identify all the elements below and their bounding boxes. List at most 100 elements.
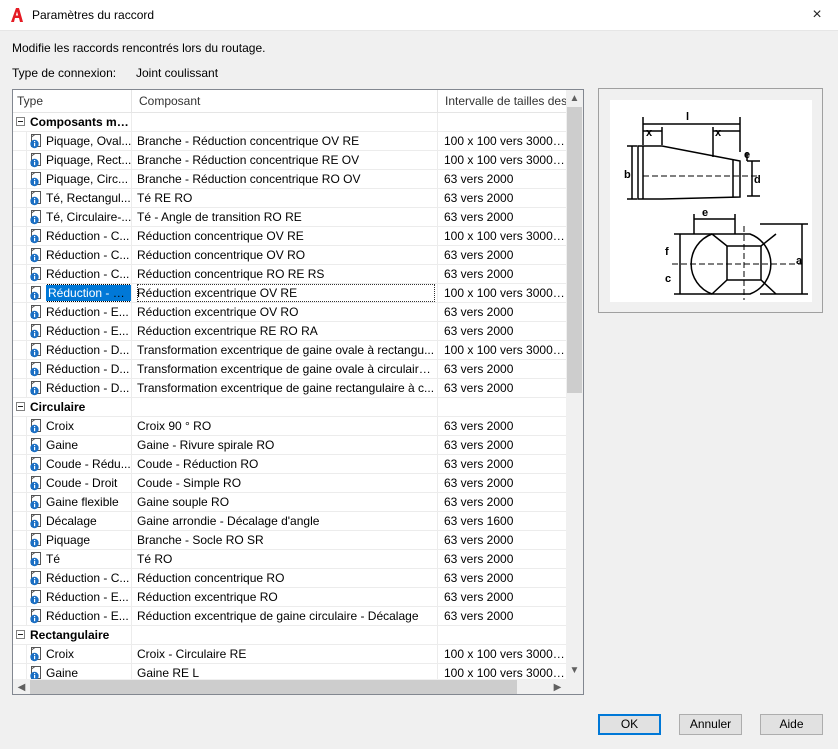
cell-size-range: 100 x 100 vers 3000 x 30	[444, 153, 566, 167]
scroll-left-arrow-icon[interactable]: ◀	[13, 679, 30, 694]
table-row[interactable]: Réduction - D... Transformation excentriq…	[13, 360, 566, 379]
group-row[interactable]: Composants mu...	[13, 113, 566, 132]
cancel-button[interactable]: Annuler	[679, 714, 742, 735]
ok-button[interactable]: OK	[598, 714, 661, 735]
cell-component[interactable]: Té RO	[137, 550, 435, 568]
table-row[interactable]: Té, Circulaire-... Té - Angle de transiti…	[13, 208, 566, 227]
collapse-toggle-icon[interactable]	[16, 402, 25, 411]
cell-component[interactable]: Gaine souple RO	[137, 493, 435, 511]
table-row[interactable]: Coude - Droit Coude - Simple RO 63 vers 20…	[13, 474, 566, 493]
fitting-info-icon	[29, 456, 44, 472]
fitting-info-icon	[29, 418, 44, 434]
table-row[interactable]: Piquage, Rect... Branche - Réduction conc…	[13, 151, 566, 170]
table-row[interactable]: Réduction - E... Réduction excentrique de…	[13, 607, 566, 626]
table-row[interactable]: Réduction - C... Réduction concentrique R…	[13, 569, 566, 588]
column-header-size-range[interactable]: Intervalle de tailles des	[438, 90, 566, 113]
collapse-toggle-icon[interactable]	[16, 117, 25, 126]
cell-component[interactable]: Réduction excentrique OV RE	[137, 284, 435, 302]
fittings-grid[interactable]: Type Composant Intervalle de tailles des…	[12, 89, 584, 695]
table-row[interactable]: Coude - Rédu... Coude - Réduction RO 63 ve…	[13, 455, 566, 474]
fitting-info-icon	[29, 190, 44, 206]
table-row[interactable]: Gaine Gaine RE L 100 x 100 vers 3000 x 30	[13, 664, 566, 679]
dim-label-e-top: e	[744, 149, 750, 161]
cell-component[interactable]: Croix - Circulaire RE	[137, 645, 435, 663]
collapse-toggle-icon[interactable]	[16, 630, 25, 639]
cell-size-range: 100 x 100 vers 3000 x 30	[444, 286, 566, 300]
cell-component[interactable]: Branche - Réduction concentrique RO OV	[137, 170, 435, 188]
column-header-type[interactable]: Type	[13, 90, 132, 113]
fitting-info-icon	[29, 228, 44, 244]
group-row[interactable]: Rectangulaire	[13, 626, 566, 645]
group-row[interactable]: Circulaire	[13, 398, 566, 417]
table-row[interactable]: Réduction - C... Réduction concentrique O…	[13, 227, 566, 246]
column-header-component[interactable]: Composant	[132, 90, 438, 113]
cell-component[interactable]: Branche - Socle RO SR	[137, 531, 435, 549]
scroll-up-arrow-icon[interactable]: ▲	[566, 90, 583, 107]
cell-component[interactable]: Branche - Réduction concentrique RE OV	[137, 151, 435, 169]
cell-component[interactable]: Réduction excentrique RE RO RA	[137, 322, 435, 340]
cell-component[interactable]: Branche - Réduction concentrique OV RE	[137, 132, 435, 150]
cell-type: Gaine	[46, 666, 79, 679]
cell-type: Gaine	[46, 438, 79, 452]
cell-component[interactable]: Réduction concentrique RO	[137, 569, 435, 587]
cell-size-range: 63 vers 2000	[444, 419, 514, 433]
vertical-scrollbar[interactable]: ▲ ▼	[566, 90, 583, 679]
cell-component[interactable]: Transformation excentrique de gaine oval…	[137, 341, 435, 359]
horizontal-scroll-thumb[interactable]	[30, 680, 517, 694]
fitting-info-icon	[29, 589, 44, 605]
table-row[interactable]: Réduction - D... Transformation excentriq…	[13, 379, 566, 398]
table-row[interactable]: Réduction - C... Réduction concentrique R…	[13, 265, 566, 284]
table-row[interactable]: Réduction - E... Réduction excentrique OV…	[13, 303, 566, 322]
cell-component[interactable]: Coude - Simple RO	[137, 474, 435, 492]
table-row[interactable]: Réduction - D... Transformation excentriq…	[13, 341, 566, 360]
table-row[interactable]: Piquage, Oval... Branche - Réduction conc…	[13, 132, 566, 151]
table-row[interactable]: Croix Croix 90 ° RO 63 vers 2000	[13, 417, 566, 436]
help-button[interactable]: Aide	[760, 714, 823, 735]
cell-component[interactable]: Réduction concentrique OV RO	[137, 246, 435, 264]
table-row[interactable]: Té, Rectangul... Té RE RO 63 vers 2000	[13, 189, 566, 208]
cell-size-range: 63 vers 2000	[444, 381, 514, 395]
dim-label-c: c	[665, 273, 671, 285]
description-text: Modifie les raccords rencontrés lors du …	[12, 41, 266, 55]
cell-size-range: 63 vers 2000	[444, 210, 514, 224]
fitting-info-icon	[29, 646, 44, 662]
horizontal-scrollbar[interactable]: ◀ ▶	[13, 679, 566, 694]
cell-size-range: 100 x 100 vers 3000 x 30	[444, 666, 566, 679]
cell-component[interactable]: Gaine arrondie - Décalage d'angle	[137, 512, 435, 530]
table-row[interactable]: Décalage Gaine arrondie - Décalage d'angl…	[13, 512, 566, 531]
cell-component[interactable]: Té - Angle de transition RO RE	[137, 208, 435, 226]
table-row[interactable]: Té Té RO 63 vers 2000	[13, 550, 566, 569]
cell-component[interactable]: Transformation excentrique de gaine oval…	[137, 360, 435, 378]
cell-component[interactable]: Réduction concentrique OV RE	[137, 227, 435, 245]
cell-component[interactable]: Gaine RE L	[137, 664, 435, 679]
vertical-scroll-thumb[interactable]	[567, 107, 582, 393]
selected-table-row[interactable]: Réduction - E... Réduction excentrique OV…	[13, 284, 566, 303]
fitting-info-icon	[29, 380, 44, 396]
table-row[interactable]: Piquage Branche - Socle RO SR 63 vers 2000	[13, 531, 566, 550]
cell-component[interactable]: Réduction excentrique RO	[137, 588, 435, 606]
scroll-right-arrow-icon[interactable]: ▶	[549, 679, 566, 694]
close-button[interactable]: ×	[802, 2, 832, 28]
cell-size-range: 63 vers 2000	[444, 457, 514, 471]
cell-type: Réduction - E...	[46, 284, 132, 302]
table-row[interactable]: Réduction - E... Réduction excentrique RE…	[13, 322, 566, 341]
table-row[interactable]: Réduction - E... Réduction excentrique RO…	[13, 588, 566, 607]
table-row[interactable]: Réduction - C... Réduction concentrique O…	[13, 246, 566, 265]
cell-component[interactable]: Réduction concentrique RO RE RS	[137, 265, 435, 283]
cell-component[interactable]: Coude - Réduction RO	[137, 455, 435, 473]
fitting-info-icon	[29, 266, 44, 282]
cell-type: Réduction - C...	[46, 229, 130, 243]
cell-component[interactable]: Réduction excentrique OV RO	[137, 303, 435, 321]
table-row[interactable]: Gaine Gaine - Rivure spirale RO 63 vers 20…	[13, 436, 566, 455]
table-row[interactable]: Gaine flexible Gaine souple RO 63 vers 200…	[13, 493, 566, 512]
cell-component[interactable]: Réduction excentrique de gaine circulair…	[137, 607, 435, 625]
table-row[interactable]: Croix Croix - Circulaire RE 100 x 100 vers…	[13, 645, 566, 664]
scroll-down-arrow-icon[interactable]: ▼	[566, 662, 583, 679]
group-name: Composants mu...	[30, 115, 130, 129]
cell-component[interactable]: Croix 90 ° RO	[137, 417, 435, 435]
cell-component[interactable]: Gaine - Rivure spirale RO	[137, 436, 435, 454]
dim-label-d: d	[754, 174, 761, 186]
table-row[interactable]: Piquage, Circ... Branche - Réduction conc…	[13, 170, 566, 189]
cell-component[interactable]: Té RE RO	[137, 189, 435, 207]
cell-component[interactable]: Transformation excentrique de gaine rect…	[137, 379, 435, 397]
